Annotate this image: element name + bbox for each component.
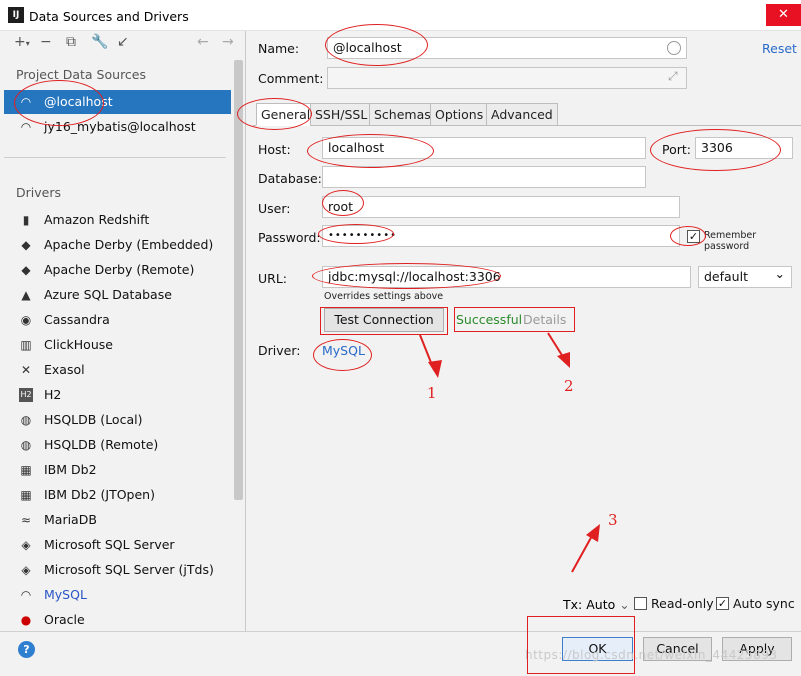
annotation-arrows (419, 332, 600, 573)
arrow-1-head (428, 360, 442, 378)
arrow-3-shaft (571, 533, 594, 573)
arrow-2-head (557, 352, 570, 368)
annotation-number-1: 1 (427, 384, 437, 402)
annotation-number-3: 3 (608, 511, 618, 529)
annotation-number-2: 2 (564, 377, 574, 395)
arrow-3-head (586, 524, 600, 542)
